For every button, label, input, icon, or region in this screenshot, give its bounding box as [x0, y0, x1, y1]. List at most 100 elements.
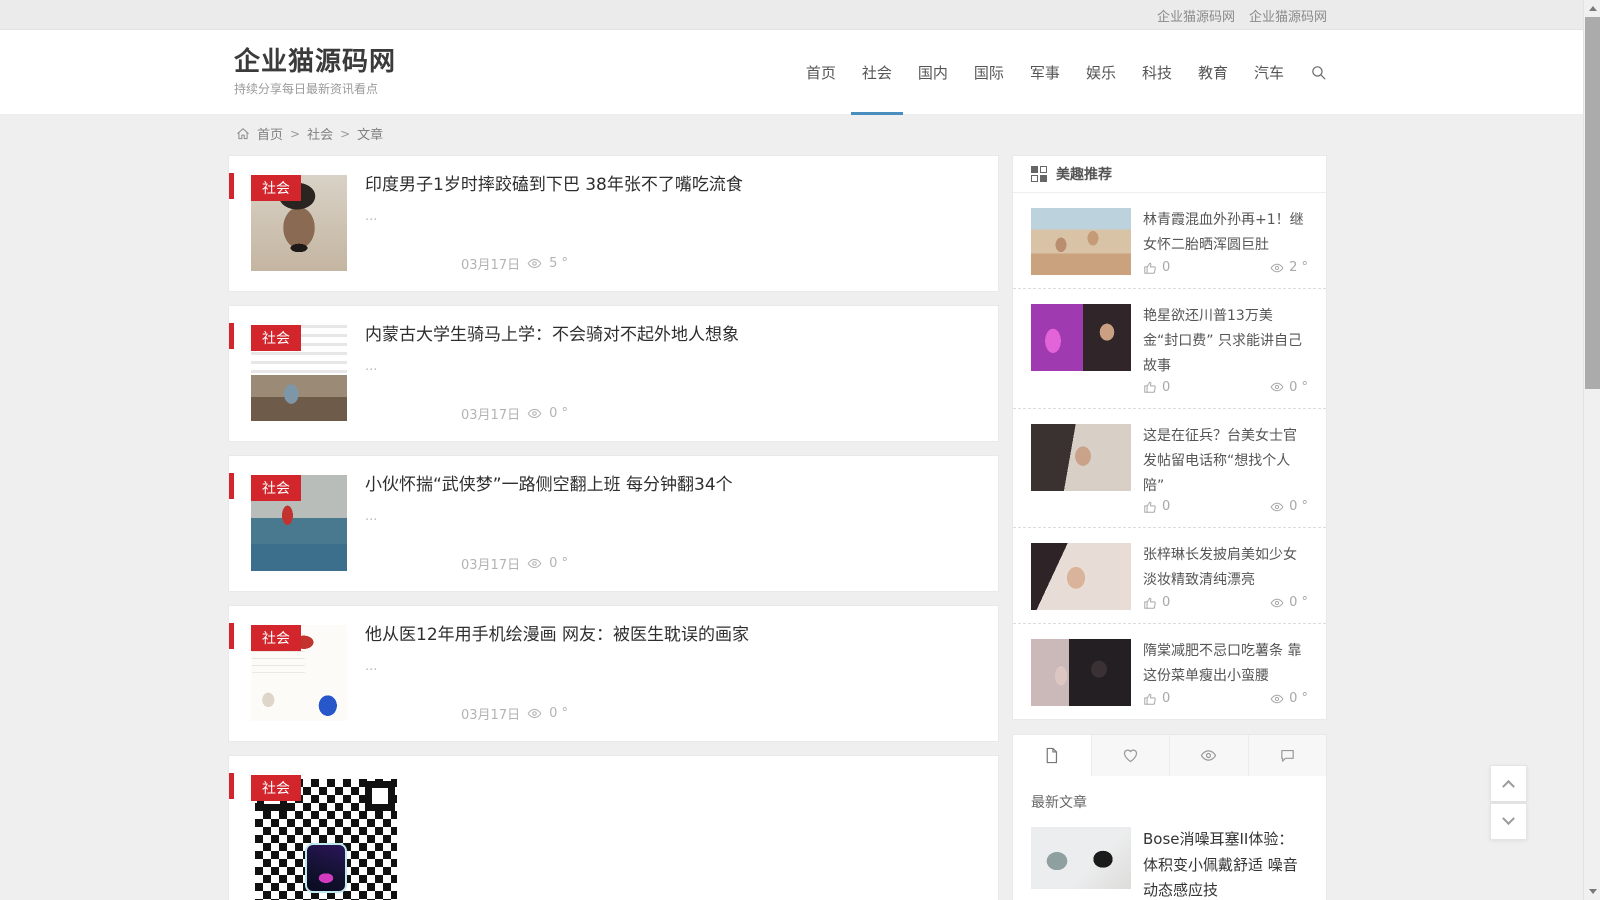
recommend-item[interactable]: 这是在征兵？台美女士官发帖留电话称“想找个人陪” 0 0 ° — [1013, 408, 1326, 528]
eye-icon — [1270, 500, 1284, 514]
recommend-views: 0 ° — [1289, 380, 1308, 395]
recommend-item[interactable]: 艳星欲还川普13万美金“封口费” 只求能讲自己故事 0 0 ° — [1013, 288, 1326, 408]
scroll-to-bottom-button[interactable] — [1490, 803, 1527, 840]
article-excerpt: ... — [365, 359, 978, 374]
breadcrumb-category[interactable]: 社会 — [307, 124, 333, 143]
recommend-likes: 0 — [1162, 691, 1170, 706]
site-tagline: 持续分享每日最新资讯看点 — [234, 80, 396, 97]
scrollbar-down-arrow[interactable] — [1584, 883, 1600, 900]
article-title[interactable]: 小伙怀揣“武侠梦”一路侧空翻上班 每分钟翻34个 — [365, 474, 978, 496]
nav-item-home[interactable]: 首页 — [806, 30, 836, 115]
main-nav: 首页 社会 国内 国际 军事 娱乐 科技 教育 汽车 — [780, 30, 1327, 115]
eye-icon — [1270, 380, 1284, 394]
breadcrumb-home[interactable]: 首页 — [257, 124, 283, 143]
recommend-item[interactable]: 张梓琳长发披肩美如少女 淡妆精致清纯漂亮 0 0 ° — [1013, 527, 1326, 623]
article-card[interactable]: 社会 小伙怀揣“武侠梦”一路侧空翻上班 每分钟翻34个 ... 03月17日 0… — [228, 455, 999, 592]
home-icon — [236, 127, 250, 141]
article-date: 03月17日 — [461, 254, 520, 273]
category-badge[interactable]: 社会 — [251, 475, 301, 501]
article-excerpt: ... — [365, 659, 978, 674]
recommend-item[interactable]: 隋棠减肥不忌口吃薯条 靠这份菜单瘦出小蛮腰 0 0 ° — [1013, 623, 1326, 719]
recommend-widget-title: 美趣推荐 — [1056, 164, 1112, 184]
site-logo[interactable]: 企业猫源码网 — [234, 48, 396, 78]
scroll-to-top-button[interactable] — [1490, 765, 1527, 802]
nav-item-international[interactable]: 国际 — [974, 30, 1004, 115]
article-card[interactable]: 社会 消费者网购两台冰柜5720元 退货被扣4000元运费 ... — [228, 755, 999, 900]
recommend-thumbnail — [1031, 543, 1131, 610]
nav-item-auto[interactable]: 汽车 — [1254, 30, 1284, 115]
article-views: 0 ° — [549, 706, 568, 721]
article-date: 03月17日 — [461, 704, 520, 723]
article-date: 03月17日 — [461, 554, 520, 573]
category-badge[interactable]: 社会 — [251, 175, 301, 201]
eye-icon — [1200, 747, 1217, 764]
recommend-thumbnail — [1031, 639, 1131, 706]
latest-thumbnail — [1031, 827, 1131, 889]
category-badge[interactable]: 社会 — [251, 625, 301, 651]
recommend-title[interactable]: 艳星欲还川普13万美金“封口费” 只求能讲自己故事 — [1143, 304, 1308, 380]
breadcrumb-separator: > — [290, 127, 300, 141]
thumbs-up-icon[interactable] — [1143, 692, 1157, 706]
thumbs-up-icon[interactable] — [1143, 261, 1157, 275]
topbar: 企业猫源码网 企业猫源码网 — [0, 0, 1583, 30]
article-title[interactable]: 他从医12年用手机绘漫画 网友：被医生耽误的画家 — [365, 624, 978, 646]
thumbs-up-icon[interactable] — [1143, 596, 1157, 610]
nav-item-military[interactable]: 军事 — [1030, 30, 1060, 115]
nav-item-tech[interactable]: 科技 — [1142, 30, 1172, 115]
nav-item-society[interactable]: 社会 — [862, 30, 892, 115]
latest-item-title[interactable]: Bose消噪耳塞II体验：体积变小佩戴舒适 噪音动态感应技 — [1143, 827, 1308, 900]
breadcrumb-page[interactable]: 文章 — [357, 124, 383, 143]
latest-widget: 最新文章 Bose消噪耳塞II体验：体积变小佩戴舒适 噪音动态感应技 0 ° 1… — [1012, 734, 1327, 900]
latest-section-title: 最新文章 — [1031, 792, 1308, 812]
page-viewport: 企业猫源码网 企业猫源码网 企业猫源码网 持续分享每日最新资讯看点 首页 社会 … — [0, 0, 1583, 900]
article-meta: 03月17日 0 ° — [461, 704, 978, 723]
tab-most-commented[interactable] — [1248, 735, 1327, 776]
thumbs-up-icon[interactable] — [1143, 500, 1157, 514]
breadcrumb: 首页 > 社会 > 文章 — [228, 124, 1327, 143]
scrollbar-thumb[interactable] — [1585, 17, 1600, 389]
category-badge[interactable]: 社会 — [251, 325, 301, 351]
comment-icon — [1279, 747, 1296, 764]
scrollbar-up-arrow[interactable] — [1584, 0, 1600, 17]
eye-icon — [1270, 692, 1284, 706]
article-card[interactable]: 社会 印度男子1岁时摔跤磕到下巴 38年张不了嘴吃流食 ... 03月17日 5… — [228, 155, 999, 292]
nav-item-domestic[interactable]: 国内 — [918, 30, 948, 115]
recommend-views: 0 ° — [1289, 595, 1308, 610]
topbar-link-2[interactable]: 企业猫源码网 — [1249, 6, 1327, 25]
recommend-thumbnail — [1031, 424, 1131, 491]
recommend-likes: 0 — [1162, 499, 1170, 514]
tab-most-liked[interactable] — [1091, 735, 1170, 776]
vertical-scrollbar[interactable] — [1583, 0, 1600, 900]
thumbs-up-icon[interactable] — [1143, 380, 1157, 394]
grid-icon — [1031, 166, 1047, 182]
qr-center-logo — [305, 843, 347, 893]
recommend-title[interactable]: 林青霞混血外孙再+1！继女怀二胎晒浑圆巨肚 — [1143, 208, 1308, 258]
recommend-item[interactable]: 林青霞混血外孙再+1！继女怀二胎晒浑圆巨肚 0 2 ° — [1013, 193, 1326, 288]
topbar-link-1[interactable]: 企业猫源码网 — [1157, 6, 1235, 25]
category-badge[interactable]: 社会 — [251, 775, 301, 801]
recommend-title[interactable]: 张梓琳长发披肩美如少女 淡妆精致清纯漂亮 — [1143, 543, 1308, 593]
article-title[interactable]: 印度男子1岁时摔跤磕到下巴 38年张不了嘴吃流食 — [365, 174, 978, 196]
search-icon[interactable] — [1310, 64, 1327, 81]
recommend-thumbnail — [1031, 208, 1131, 275]
article-list: 社会 印度男子1岁时摔跤磕到下巴 38年张不了嘴吃流食 ... 03月17日 5… — [228, 155, 999, 900]
nav-item-entertainment[interactable]: 娱乐 — [1086, 30, 1116, 115]
tab-latest-articles[interactable] — [1013, 735, 1091, 776]
article-title[interactable]: 内蒙古大学生骑马上学：不会骑对不起外地人想象 — [365, 324, 978, 346]
recommend-likes: 0 — [1162, 380, 1170, 395]
eye-icon — [527, 556, 542, 571]
eye-icon — [527, 406, 542, 421]
recommend-views: 0 ° — [1289, 691, 1308, 706]
latest-item[interactable]: Bose消噪耳塞II体验：体积变小佩戴舒适 噪音动态感应技 0 ° 12/29 — [1031, 827, 1308, 900]
chevron-down-icon — [1502, 812, 1515, 825]
nav-item-education[interactable]: 教育 — [1198, 30, 1228, 115]
article-excerpt: ... — [365, 509, 978, 524]
article-card[interactable]: 社会 内蒙古大学生骑马上学：不会骑对不起外地人想象 ... 03月17日 0 ° — [228, 305, 999, 442]
recommend-title[interactable]: 这是在征兵？台美女士官发帖留电话称“想找个人陪” — [1143, 424, 1308, 500]
article-card[interactable]: 社会 他从医12年用手机绘漫画 网友：被医生耽误的画家 ... 03月17日 0… — [228, 605, 999, 742]
tab-most-viewed[interactable] — [1169, 735, 1248, 776]
eye-icon — [1270, 596, 1284, 610]
recommend-title[interactable]: 隋棠减肥不忌口吃薯条 靠这份菜单瘦出小蛮腰 — [1143, 639, 1308, 689]
recommend-likes: 0 — [1162, 595, 1170, 610]
recommend-widget: 美趣推荐 林青霞混血外孙再+1！继女怀二胎晒浑圆巨肚 0 2 ° — [1012, 155, 1327, 720]
